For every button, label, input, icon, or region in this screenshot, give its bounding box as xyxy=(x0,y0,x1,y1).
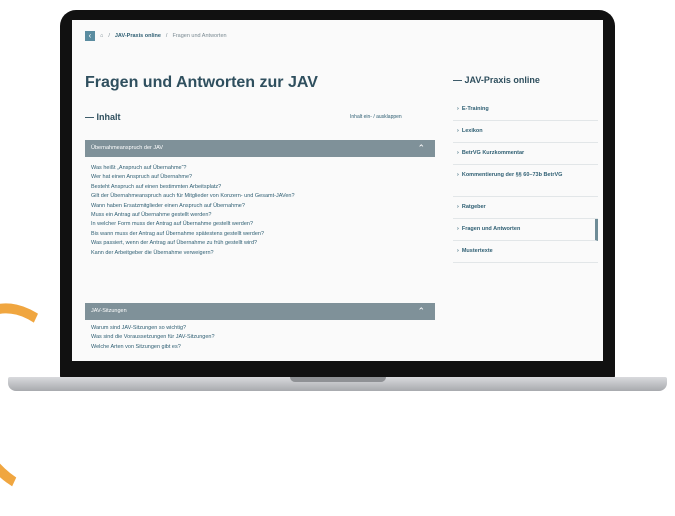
breadcrumb-item-jav-praxis[interactable]: JAV-Praxis online xyxy=(115,33,161,39)
chevron-right-icon: › xyxy=(457,150,459,156)
laptop-screen: ‹ ⌂ / JAV-Praxis online / Fragen und Ant… xyxy=(72,20,603,361)
laptop-notch xyxy=(290,377,386,382)
sidebar-item-ratgeber[interactable]: › Ratgeber xyxy=(453,197,598,219)
question-link[interactable]: Wer hat einen Anspruch auf Übernahme? xyxy=(91,173,421,182)
chevron-left-icon[interactable]: ‹ xyxy=(85,31,95,41)
sidebar-title: — JAV-Praxis online xyxy=(453,75,540,85)
sidebar-item-lexikon[interactable]: › Lexikon xyxy=(453,121,598,143)
chevron-right-icon: › xyxy=(457,172,459,178)
question-link[interactable]: Besteht Anspruch auf einen bestimmten Ar… xyxy=(91,183,421,192)
question-list: Was heißt „Anspruch auf Übernahme“? Wer … xyxy=(91,164,421,258)
breadcrumb: ‹ ⌂ / JAV-Praxis online / Fragen und Ant… xyxy=(85,31,227,41)
chevron-right-icon: › xyxy=(457,204,459,210)
sidebar-item-label: Kommentierung der §§ 60–73b BetrVG xyxy=(461,172,563,178)
chevron-right-icon: › xyxy=(457,106,459,112)
question-link[interactable]: Kann der Arbeitgeber die Übernahme verwe… xyxy=(91,249,421,258)
question-link[interactable]: Welche Arten von Sitzungen gibt es? xyxy=(91,343,421,352)
question-link[interactable]: Gilt der Übernahmeanspruch auch für Mitg… xyxy=(91,192,421,201)
chevron-right-icon: › xyxy=(457,128,459,134)
question-link[interactable]: Was passiert, wenn der Antrag auf Überna… xyxy=(91,239,421,248)
sidebar-item-betrvg-kurzkommentar[interactable]: › BetrVG Kurzkommentar xyxy=(453,143,598,165)
accordion-title: JAV-Sitzungen xyxy=(91,308,127,314)
sidebar-nav: › E-Training › Lexikon › BetrVG Kurzkomment… xyxy=(453,99,598,263)
question-link[interactable]: Was sind die Voraussetzungen für JAV-Sit… xyxy=(91,333,421,342)
sidebar-item-label: E-Training xyxy=(461,106,489,112)
breadcrumb-item-current: Fragen und Antworten xyxy=(172,33,227,39)
question-list: Warum sind JAV-Sitzungen so wichtig? Was… xyxy=(91,324,421,352)
sidebar-item-kommentierung[interactable]: › Kommentierung der §§ 60–73b BetrVG xyxy=(453,165,598,197)
question-link[interactable]: In welcher Form muss der Antrag auf Über… xyxy=(91,220,421,229)
sidebar-item-mustertexte[interactable]: › Mustertexte xyxy=(453,241,598,263)
sidebar-item-label: Ratgeber xyxy=(461,204,486,210)
home-icon[interactable]: ⌂ xyxy=(100,33,103,39)
chevron-right-icon: › xyxy=(457,248,459,254)
sidebar-item-label: BetrVG Kurzkommentar xyxy=(461,150,525,156)
breadcrumb-separator: / xyxy=(165,33,168,39)
chevron-right-icon: › xyxy=(457,226,459,232)
sidebar-item-fragen-und-antworten[interactable]: › Fragen und Antworten xyxy=(453,219,598,241)
page-title: Fragen und Antworten zur JAV xyxy=(85,74,318,91)
question-link[interactable]: Was heißt „Anspruch auf Übernahme“? xyxy=(91,164,421,173)
chevron-up-icon: ⌃ xyxy=(417,143,425,153)
accordion-title: Übernahmeanspruch der JAV xyxy=(91,145,164,151)
sidebar-item-label: Fragen und Antworten xyxy=(461,226,521,232)
sidebar-item-label: Mustertexte xyxy=(461,248,493,254)
question-link[interactable]: Wann haben Ersatzmitglieder einen Anspru… xyxy=(91,202,421,211)
sidebar-item-e-training[interactable]: › E-Training xyxy=(453,99,598,121)
accordion-uebernahmeanspruch[interactable]: Übernahmeanspruch der JAV ⌃ xyxy=(85,140,435,157)
accordion-jav-sitzungen[interactable]: JAV-Sitzungen ⌃ xyxy=(85,303,435,320)
question-link[interactable]: Warum sind JAV-Sitzungen so wichtig? xyxy=(91,324,421,333)
breadcrumb-separator: / xyxy=(108,33,110,39)
toggle-content-link[interactable]: Inhalt ein- / ausklappen xyxy=(350,114,402,120)
inhalt-heading: — Inhalt xyxy=(85,112,121,122)
sidebar-item-label: Lexikon xyxy=(461,128,483,134)
question-link[interactable]: Muss ein Antrag auf Übernahme gestellt w… xyxy=(91,211,421,220)
chevron-up-icon: ⌃ xyxy=(417,306,425,316)
question-link[interactable]: Bis wann muss der Antrag auf Übernahme s… xyxy=(91,230,421,239)
